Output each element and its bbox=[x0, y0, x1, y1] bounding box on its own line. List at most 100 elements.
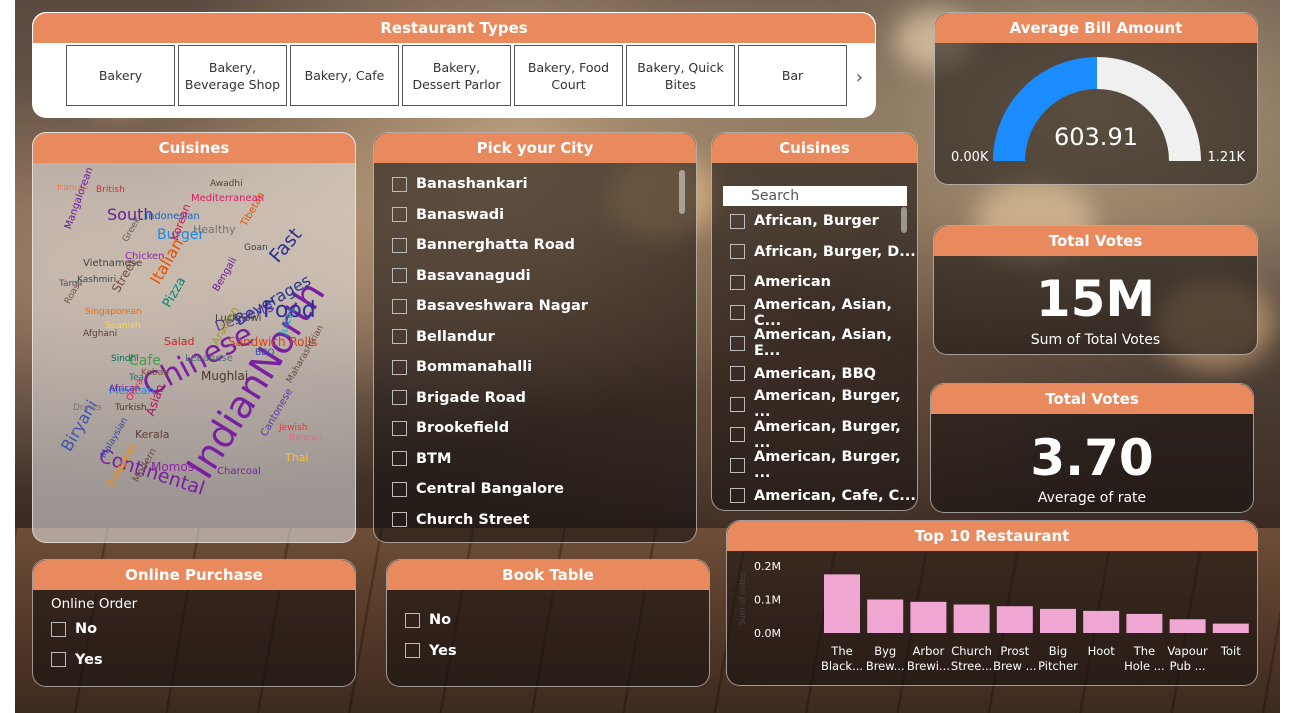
city-list-item[interactable]: Basavanagudi bbox=[392, 261, 588, 292]
checkbox[interactable] bbox=[405, 643, 420, 659]
city-list-item[interactable]: Central Bangalore bbox=[392, 474, 588, 505]
bar[interactable] bbox=[1083, 610, 1120, 633]
x-tick-label: The Black... bbox=[821, 644, 863, 673]
total-votes-sum-card: Total Votes 15M Sum of Total Votes bbox=[933, 225, 1258, 355]
checkbox[interactable] bbox=[392, 512, 407, 528]
checkbox[interactable] bbox=[730, 244, 745, 260]
y-tick-label: 0.1M bbox=[754, 594, 781, 607]
gauge-min-label: 0.00K bbox=[951, 150, 989, 165]
checkbox[interactable] bbox=[392, 481, 407, 497]
kpi-label: Average of rate bbox=[1037, 490, 1147, 506]
chevron-right-icon[interactable]: › bbox=[856, 67, 863, 88]
city-list-item[interactable]: Brigade Road bbox=[392, 383, 588, 414]
option-label: Basaveshwara Nagar bbox=[416, 298, 588, 315]
checkbox[interactable] bbox=[392, 298, 407, 314]
checkbox[interactable] bbox=[730, 396, 745, 412]
restaurant-type-tile[interactable]: Bakery, Beverage Shop bbox=[178, 45, 287, 106]
cuisine-list-item[interactable]: American, Cafe, C... bbox=[730, 481, 917, 511]
bar[interactable] bbox=[867, 599, 904, 634]
checkbox[interactable] bbox=[51, 621, 66, 637]
option-label: Church Street bbox=[416, 511, 530, 528]
cuisine-list-item[interactable]: American, BBQ bbox=[730, 359, 917, 390]
top-restaurants-bar-chart: Sum of votes 0.2M 0.1M 0.0M The Black...Byg Br… bbox=[738, 560, 1249, 673]
city-list-item[interactable]: Bommanahalli bbox=[392, 352, 588, 383]
checkbox[interactable] bbox=[730, 457, 745, 473]
cuisine-list-item[interactable]: African, Burger bbox=[730, 206, 917, 237]
checkbox[interactable] bbox=[405, 612, 420, 628]
cuisine-list-item[interactable]: American, Burger, ... bbox=[730, 419, 917, 451]
city-list-item[interactable]: Basaveshwara Nagar bbox=[392, 291, 588, 322]
checkbox[interactable] bbox=[392, 268, 407, 284]
checkbox[interactable] bbox=[51, 652, 66, 668]
online-order-option-no[interactable]: No bbox=[51, 614, 103, 645]
city-list-item[interactable]: Banashankari bbox=[392, 169, 588, 200]
checkbox[interactable] bbox=[730, 305, 745, 321]
bar[interactable] bbox=[1212, 623, 1249, 633]
panel-title: Online Purchase bbox=[33, 560, 355, 590]
gauge-max-label: 1.21K bbox=[1207, 150, 1245, 165]
cuisine-word: Drinks bbox=[73, 403, 102, 413]
restaurant-type-tile[interactable]: Bakery, Cafe bbox=[290, 45, 399, 106]
cuisine-word: Sindhi bbox=[111, 354, 139, 364]
city-list-item[interactable]: BTM bbox=[392, 444, 588, 475]
bar[interactable] bbox=[1169, 619, 1206, 633]
restaurant-type-tile[interactable]: Bakery, Food Court bbox=[514, 45, 623, 106]
cuisine-word: Singaporean bbox=[85, 307, 142, 317]
cuisine-list-item[interactable]: American, Burger, ... bbox=[730, 388, 917, 421]
y-tick-label: 0.0M bbox=[754, 627, 781, 640]
city-list-item[interactable]: Bellandur bbox=[392, 322, 588, 353]
city-list-item[interactable]: Brookefield bbox=[392, 413, 588, 444]
bar[interactable] bbox=[1126, 613, 1163, 633]
bar[interactable] bbox=[953, 604, 990, 633]
cuisine-list-item[interactable]: American, Burger, ... bbox=[730, 449, 917, 481]
option-label: Brigade Road bbox=[416, 389, 526, 406]
cuisine-list-item[interactable]: American, Asian, C... bbox=[730, 297, 917, 329]
book-table-options: No Yes bbox=[405, 605, 457, 666]
restaurant-type-tile[interactable]: Bakery, Dessert Parlor bbox=[402, 45, 511, 106]
checkbox[interactable] bbox=[730, 488, 745, 504]
cuisine-word: Thai bbox=[285, 451, 309, 464]
checkbox[interactable] bbox=[730, 335, 745, 351]
cuisine-list-item[interactable]: American bbox=[730, 267, 917, 298]
city-list-item[interactable]: Bannerghatta Road bbox=[392, 230, 588, 261]
checkbox[interactable] bbox=[392, 359, 407, 375]
x-tick-label: Byg Brew... bbox=[866, 644, 905, 673]
restaurant-type-tile[interactable]: Bakery, Quick Bites bbox=[626, 45, 735, 106]
city-list-item[interactable]: Church Street bbox=[392, 505, 588, 536]
checkbox[interactable] bbox=[392, 176, 407, 192]
x-tick-label: Vapour Pub ... bbox=[1167, 644, 1208, 673]
book-table-option-no[interactable]: No bbox=[405, 605, 457, 636]
restaurant-type-tiles: Bakery Bakery, Beverage Shop Bakery, Caf… bbox=[66, 45, 850, 106]
option-label: American bbox=[754, 274, 831, 291]
online-order-option-yes[interactable]: Yes bbox=[51, 645, 103, 676]
cuisine-word: Momos bbox=[151, 460, 194, 474]
bar[interactable] bbox=[824, 574, 860, 633]
x-tick-label: Toit bbox=[1220, 644, 1241, 658]
checkbox[interactable] bbox=[392, 390, 407, 406]
checkbox[interactable] bbox=[730, 274, 745, 290]
cuisine-search-input[interactable]: Search bbox=[723, 186, 907, 206]
checkbox[interactable] bbox=[392, 420, 407, 436]
checkbox[interactable] bbox=[392, 451, 407, 467]
city-list-scrollbar[interactable] bbox=[679, 170, 685, 214]
bar[interactable] bbox=[910, 601, 947, 633]
cuisine-word: Fast bbox=[265, 223, 307, 268]
cuisine-list-item[interactable]: African, Burger, D... bbox=[730, 237, 917, 268]
checkbox[interactable] bbox=[392, 237, 407, 253]
kpi-value: 3.70 bbox=[1030, 429, 1154, 487]
checkbox[interactable] bbox=[392, 329, 407, 345]
restaurant-type-tile[interactable]: Bakery bbox=[66, 45, 175, 106]
checkbox[interactable] bbox=[730, 213, 745, 229]
bar[interactable] bbox=[996, 606, 1033, 633]
cuisine-word-cloud: Chinese IndianNorth Continental Food Fast Bev… bbox=[33, 163, 355, 542]
book-table-option-yes[interactable]: Yes bbox=[405, 636, 457, 667]
checkbox[interactable] bbox=[730, 427, 745, 443]
checkbox[interactable] bbox=[730, 366, 745, 382]
city-list-item[interactable]: Banaswadi bbox=[392, 200, 588, 231]
bar[interactable] bbox=[1040, 608, 1076, 633]
cuisine-list-scrollbar[interactable] bbox=[901, 207, 907, 233]
cuisine-list-item[interactable]: American, Asian, E... bbox=[730, 327, 917, 359]
option-label: American, Burger, ... bbox=[754, 388, 901, 421]
restaurant-type-tile[interactable]: Bar bbox=[738, 45, 847, 106]
checkbox[interactable] bbox=[392, 207, 407, 223]
